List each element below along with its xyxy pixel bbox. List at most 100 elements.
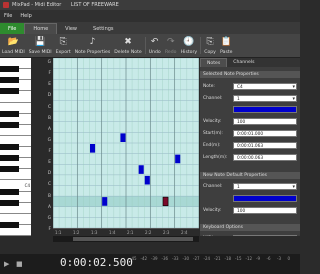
- black-key[interactable]: [0, 155, 19, 162]
- meter-tick-label: -18: [224, 256, 232, 261]
- midi-note[interactable]: [144, 175, 150, 185]
- velocity-field[interactable]: 100: [233, 117, 297, 125]
- start-label: Start(m):: [203, 130, 223, 136]
- scrollbar-thumb[interactable]: [73, 237, 193, 241]
- ruler-tick-label: 2:2: [145, 230, 152, 235]
- delete-note-button[interactable]: ✖ Delete Note: [112, 34, 143, 57]
- redo-icon: ↷: [166, 36, 175, 47]
- ribbon-button-label: Paste: [220, 50, 233, 55]
- tab-notes[interactable]: Notes: [200, 58, 228, 67]
- channel-row: Channel: 1: [203, 94, 297, 103]
- black-key[interactable]: [0, 221, 19, 228]
- black-key[interactable]: [0, 110, 19, 117]
- level-meter: -45 -42 -39 -36 -33 -30 -27 -24 -21 -18 -15 -12 -9 -6…: [130, 256, 300, 272]
- meter-tick-label: -45: [130, 256, 137, 261]
- keyboard-options-header: Keyboard Options: [200, 224, 300, 231]
- export-button[interactable]: ⎘ Export: [54, 34, 73, 57]
- ribbon-button-label: Delete Note: [114, 50, 142, 55]
- midi-note[interactable]: [138, 165, 144, 174]
- channel-color-row: [203, 105, 297, 113]
- undo-icon: ↶: [150, 36, 159, 47]
- selected-note[interactable]: [162, 196, 169, 207]
- ribbon-button-label: Redo: [164, 50, 177, 55]
- selected-note-header: Selected Note Properties: [200, 71, 300, 78]
- black-key[interactable]: [0, 77, 19, 84]
- midi-note[interactable]: [90, 144, 96, 153]
- midi-note[interactable]: [102, 197, 108, 206]
- midi-note[interactable]: [120, 133, 126, 142]
- black-key[interactable]: [0, 121, 19, 128]
- timeline-ruler[interactable]: 1:1 1:2 1:3 1:4 2:1 2:2 2:3 2:4: [53, 228, 199, 236]
- ruler-tick-label: 1:4: [109, 230, 116, 235]
- app-icon: [3, 2, 9, 8]
- black-key[interactable]: [0, 199, 19, 206]
- black-key[interactable]: [0, 88, 19, 95]
- time-display: 0:00:02.500: [60, 256, 133, 269]
- meter-tick-label: -33: [172, 256, 179, 261]
- start-row: Start(m): 0:00:01.000: [203, 129, 297, 137]
- tab-view[interactable]: View: [57, 23, 85, 34]
- end-field[interactable]: 0:00:01.063: [233, 141, 297, 149]
- play-icon[interactable]: ▶: [4, 260, 12, 268]
- history-button[interactable]: 🕘 History: [179, 34, 199, 57]
- default-channel-row: Channel: 1: [203, 182, 297, 191]
- save-icon: 💾: [34, 36, 46, 47]
- tab-settings[interactable]: Settings: [85, 23, 122, 34]
- note-select[interactable]: C4: [233, 82, 297, 91]
- note-grid[interactable]: [53, 58, 199, 236]
- paste-button[interactable]: 📋 Paste: [218, 34, 234, 57]
- tab-file[interactable]: File: [0, 23, 25, 34]
- channel-select[interactable]: 1: [233, 94, 297, 103]
- meter-tick-label: -9: [256, 256, 260, 261]
- folder-open-icon: 📂: [7, 36, 19, 47]
- tab-home[interactable]: Home: [24, 23, 58, 34]
- length-field[interactable]: 0:00:00.063: [233, 153, 297, 161]
- ribbon-button-label: Load MIDI: [2, 50, 25, 55]
- export-icon: ⎘: [59, 36, 67, 47]
- start-field[interactable]: 0:00:01.000: [233, 129, 297, 137]
- midi-note[interactable]: [175, 154, 181, 164]
- note-properties-button[interactable]: ♪ Note Properties: [73, 34, 113, 57]
- menu-help[interactable]: Help: [16, 13, 35, 19]
- note-label: Note:: [203, 83, 215, 89]
- default-channel-color-swatch[interactable]: [233, 194, 297, 202]
- undo-button[interactable]: ↶ Undo: [147, 34, 163, 57]
- save-midi-button[interactable]: 💾 Save MIDI: [27, 34, 54, 57]
- stop-icon[interactable]: ■: [16, 260, 24, 268]
- paste-icon: 📋: [220, 36, 232, 47]
- note-grid-canvas[interactable]: [53, 58, 199, 228]
- window-subtitle: LIST OF FREEWARE: [70, 2, 119, 8]
- channel-color-swatch[interactable]: [233, 105, 297, 113]
- black-key[interactable]: [0, 144, 19, 150]
- note-label: A: [48, 126, 51, 132]
- ruler-tick-label: 2:3: [163, 230, 170, 235]
- menu-file[interactable]: File: [0, 13, 16, 19]
- default-channel-color-row: [203, 194, 297, 202]
- velocity-label: Velocity:: [203, 118, 222, 124]
- load-midi-button[interactable]: 📂 Load MIDI: [0, 34, 27, 57]
- ruler-tick-label: 1:1: [55, 230, 62, 235]
- meter-tick-label: -30: [182, 256, 190, 261]
- redo-button[interactable]: ↷ Redo: [163, 34, 179, 57]
- ribbon-button-label: History: [180, 50, 198, 55]
- default-channel-select[interactable]: 1: [233, 182, 297, 191]
- history-icon: 🕘: [183, 36, 195, 47]
- ruler-tick-label: 1:2: [73, 230, 80, 235]
- channel-label: Channel:: [203, 95, 223, 101]
- copy-icon: ⎘: [206, 36, 214, 47]
- end-row: End(m): 0:00:01.063: [203, 141, 297, 149]
- black-key[interactable]: [0, 66, 19, 73]
- delete-note-icon: ✖: [124, 36, 132, 47]
- meter-tick-label: -3: [277, 256, 281, 261]
- piano-keyboard[interactable]: C4: [0, 58, 31, 236]
- horizontal-scrollbar[interactable]: [53, 236, 199, 242]
- copy-button[interactable]: ⎘ Copy: [202, 34, 218, 57]
- ruler-tick-label: 1:3: [91, 230, 98, 235]
- note-label: D: [47, 171, 51, 177]
- ruler-tick-label: 2:1: [127, 230, 134, 235]
- black-key[interactable]: [0, 166, 19, 173]
- black-key[interactable]: [0, 188, 19, 195]
- ribbon-button-label: Undo: [148, 50, 161, 55]
- default-velocity-field[interactable]: 100: [233, 206, 297, 214]
- tab-channels[interactable]: Channels: [227, 58, 260, 67]
